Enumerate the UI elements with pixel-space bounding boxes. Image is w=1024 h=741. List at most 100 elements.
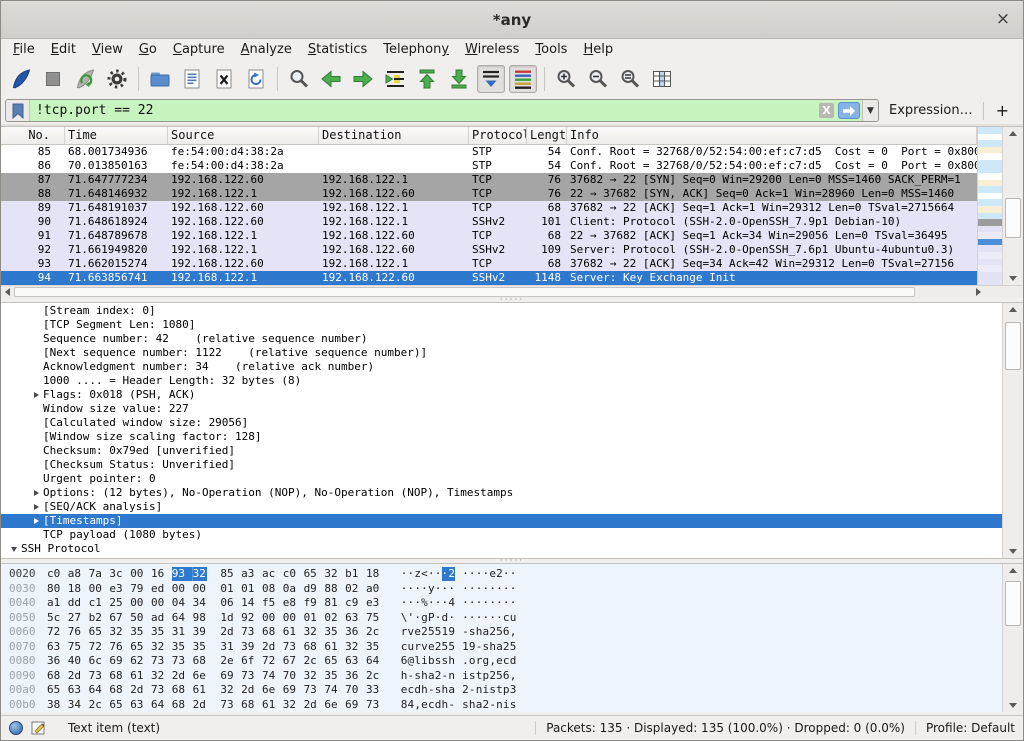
ascii-char[interactable]: 3	[510, 683, 517, 697]
hex-byte[interactable]: 73	[366, 698, 380, 712]
packet-cell[interactable]: 1148	[527, 271, 567, 285]
file-close-icon[interactable]	[210, 65, 238, 93]
hex-byte[interactable]: 01	[241, 582, 255, 596]
hex-byte[interactable]: c0	[47, 567, 61, 581]
packet-cell[interactable]: 192.168.122.1	[168, 229, 319, 243]
packet-cell[interactable]: 192.168.122.60	[168, 257, 319, 271]
packet-cell[interactable]: 85	[1, 145, 65, 159]
hex-byte[interactable]: 04	[172, 596, 186, 610]
hex-byte[interactable]: 00	[283, 611, 297, 625]
ascii-char[interactable]: h	[442, 698, 449, 712]
ascii-char[interactable]: u	[510, 611, 517, 625]
ascii-char[interactable]: i	[462, 669, 469, 683]
hex-byte[interactable]: 0a	[283, 582, 297, 596]
hex-byte[interactable]: 61	[130, 669, 144, 683]
detail-line[interactable]: Checksum: 0x79ed [unverified]	[1, 444, 1002, 458]
hex-byte[interactable]: 6e	[193, 669, 207, 683]
ascii-char[interactable]: 5	[510, 640, 517, 654]
ascii-char[interactable]: n	[448, 669, 455, 683]
packet-cell[interactable]: fe:54:00:d4:38:2a	[168, 159, 319, 173]
ascii-char[interactable]: z	[414, 567, 421, 581]
hex-byte[interactable]: 73	[89, 669, 103, 683]
ascii-char[interactable]: 6	[503, 625, 510, 639]
ascii-char[interactable]: \	[401, 611, 408, 625]
hex-byte[interactable]: b1	[345, 567, 359, 581]
packet-cell[interactable]: 71.661949820	[65, 243, 168, 257]
ascii-char[interactable]: a	[428, 669, 435, 683]
scroll-up-icon[interactable]	[1003, 564, 1023, 577]
ascii-char[interactable]: -	[476, 640, 483, 654]
packet-cell[interactable]: 192.168.122.1	[319, 257, 469, 271]
ascii-char[interactable]: -	[448, 698, 455, 712]
hex-byte[interactable]: a1	[47, 596, 61, 610]
packet-row-94[interactable]: 9471.663856741192.168.122.1192.168.122.6…	[1, 271, 977, 285]
display-filter-field[interactable]: !tcp.port == 22 X ▼	[5, 99, 879, 122]
ascii-char[interactable]: ·	[469, 567, 476, 581]
ascii-char[interactable]: h	[421, 669, 428, 683]
hex-byte[interactable]: 32	[109, 625, 123, 639]
expression-button[interactable]: Expression…	[887, 103, 975, 118]
hex-byte[interactable]: 73	[172, 654, 186, 668]
hex-byte[interactable]: 73	[283, 640, 297, 654]
hex-byte[interactable]: 69	[220, 669, 234, 683]
packet-cell[interactable]: 71.662015274	[65, 257, 168, 271]
scroll-track[interactable]	[1003, 577, 1023, 699]
packet-cell[interactable]: 22 → 37682 [SYN, ACK] Seq=0 Ack=1 Win=28…	[567, 187, 977, 201]
hex-byte[interactable]: 68	[193, 654, 207, 668]
ascii-char[interactable]: 9	[469, 640, 476, 654]
add-filter-button[interactable]: +	[992, 101, 1017, 120]
packet-cell[interactable]	[319, 159, 469, 173]
ascii-char[interactable]: ·	[496, 596, 503, 610]
ascii-char[interactable]: n	[476, 683, 483, 697]
packet-cell[interactable]: 71.648146932	[65, 187, 168, 201]
packet-cell[interactable]	[319, 145, 469, 159]
hex-byte[interactable]: 6f	[241, 654, 255, 668]
ascii-char[interactable]: ·	[442, 582, 449, 596]
hex-byte[interactable]: 75	[366, 611, 380, 625]
profile-text[interactable]: Profile: Default	[915, 721, 1015, 735]
ascii-char[interactable]: 2	[489, 625, 496, 639]
ascii-char[interactable]: ·	[469, 596, 476, 610]
hex-byte[interactable]: 85	[220, 567, 234, 581]
packet-cell[interactable]: 68	[527, 201, 567, 215]
ascii-char[interactable]: i	[483, 683, 490, 697]
expander-collapsed-icon[interactable]	[29, 518, 43, 524]
ascii-char[interactable]: s	[510, 698, 517, 712]
capture-stop-icon[interactable]	[39, 65, 67, 93]
ascii-char[interactable]: e	[489, 567, 496, 581]
hex-byte[interactable]: 92	[241, 611, 255, 625]
hex-byte[interactable]: b2	[89, 611, 103, 625]
packet-cell[interactable]: 192.168.122.1	[319, 201, 469, 215]
hex-byte[interactable]: e8	[283, 596, 297, 610]
ascii-char[interactable]: b	[428, 654, 435, 668]
ascii-char[interactable]: 4	[408, 698, 415, 712]
menu-go[interactable]: Go	[131, 40, 165, 59]
packet-cell[interactable]: Client: Protocol (SSH-2.0-OpenSSH_7.9p1 …	[567, 215, 977, 229]
hex-byte[interactable]: 61	[324, 640, 338, 654]
hex-byte[interactable]: 18	[68, 582, 82, 596]
packet-row-87[interactable]: 8771.647777234192.168.122.60192.168.122.…	[1, 173, 977, 187]
scroll-up-icon[interactable]	[1003, 303, 1023, 316]
hex-byte[interactable]: 69	[345, 698, 359, 712]
hex-byte[interactable]: 80	[47, 582, 61, 596]
hex-byte[interactable]: 00	[151, 596, 165, 610]
hex-byte[interactable]: 1d	[220, 611, 234, 625]
ascii-char[interactable]: ·	[401, 596, 408, 610]
ascii-char[interactable]: ·	[421, 582, 428, 596]
expander-collapsed-icon[interactable]	[29, 392, 43, 398]
ascii-char[interactable]: a	[496, 640, 503, 654]
hex-byte[interactable]: 38	[47, 698, 61, 712]
hex-byte[interactable]: 79	[130, 582, 144, 596]
ascii-char[interactable]: i	[421, 654, 428, 668]
hex-byte[interactable]: 68	[172, 683, 186, 697]
ascii-char[interactable]: ·	[462, 582, 469, 596]
hex-byte[interactable]: 68	[241, 698, 255, 712]
find-packet-icon[interactable]	[285, 65, 313, 93]
hex-byte[interactable]: 2d	[220, 625, 234, 639]
menu-view[interactable]: View	[84, 40, 131, 59]
ascii-char[interactable]: ·	[435, 611, 442, 625]
zoom-in-icon[interactable]	[552, 65, 580, 93]
ascii-char[interactable]: ·	[503, 582, 510, 596]
hex-byte[interactable]: ad	[151, 611, 165, 625]
hex-byte[interactable]: 72	[262, 654, 276, 668]
